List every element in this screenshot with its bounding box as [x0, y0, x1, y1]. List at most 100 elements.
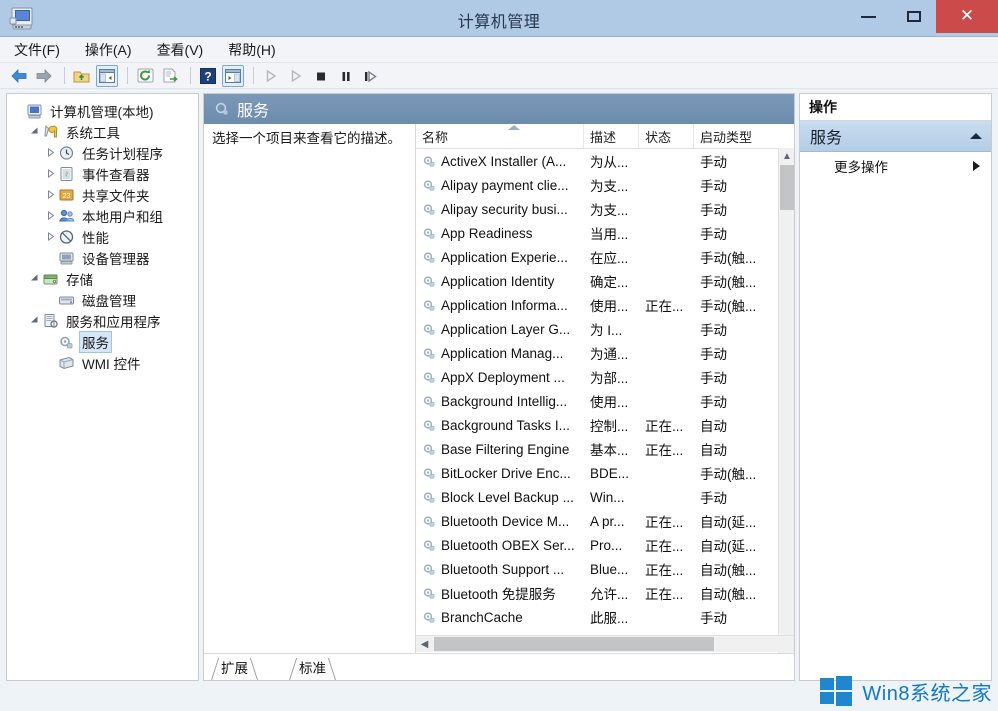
tree-item-2[interactable]: 任务计划程序: [7, 142, 198, 163]
service-row[interactable]: Bluetooth OBEX Ser... Pro... 正在... 自动(延...: [416, 533, 794, 557]
service-gear-icon: [422, 226, 436, 240]
service-row[interactable]: Base Filtering Engine 基本... 正在... 自动: [416, 437, 794, 461]
service-gear-icon: [422, 466, 436, 480]
menu-file[interactable]: 文件(F): [3, 38, 71, 62]
tree-item-1[interactable]: 系统工具: [7, 121, 198, 142]
service-gear-icon: [422, 178, 436, 192]
chevron-up-icon[interactable]: [970, 133, 982, 139]
expander-expanded-icon[interactable]: [28, 310, 41, 331]
list-vertical-scrollbar[interactable]: ▲ ▼: [778, 148, 794, 654]
computer-management-window: 计算机管理 ✕ 文件(F) 操作(A) 查看(V) 帮助(H) ? 计算机管理(…: [0, 0, 998, 711]
expander-expanded-icon[interactable]: [28, 268, 41, 289]
scroll-left-icon[interactable]: ◀: [416, 636, 433, 652]
tree-item-6[interactable]: 性能: [7, 226, 198, 247]
actions-section-services[interactable]: 服务: [800, 121, 991, 152]
service-row[interactable]: AppX Deployment ... 为部... 手动: [416, 365, 794, 389]
service-name-label: Alipay payment clie...: [441, 177, 569, 193]
service-row[interactable]: Alipay payment clie... 为支... 手动: [416, 173, 794, 197]
service-row[interactable]: Bluetooth Support ... Blue... 正在... 自动(触...: [416, 557, 794, 581]
service-row[interactable]: Application Layer G... 为 I... 手动: [416, 317, 794, 341]
maximize-button[interactable]: [891, 0, 936, 33]
action-more-actions[interactable]: 更多操作: [800, 152, 991, 179]
svg-text:23: 23: [62, 193, 70, 200]
service-row[interactable]: Block Level Backup ... Win... 手动: [416, 485, 794, 509]
expander-collapsed-icon[interactable]: [44, 205, 57, 226]
service-name-label: Bluetooth Support ...: [441, 561, 565, 577]
service-name-cell: Bluetooth Support ...: [416, 562, 584, 577]
service-startup-type-cell: 手动: [700, 395, 727, 410]
service-status-cell: 正在...: [645, 515, 684, 530]
expander-collapsed-icon[interactable]: [44, 184, 57, 205]
service-row[interactable]: Background Tasks I... 控制... 正在... 自动: [416, 413, 794, 437]
pause-service-icon: [335, 65, 357, 87]
service-row[interactable]: BranchCache 此服... 手动: [416, 605, 794, 629]
list-horizontal-scrollbar[interactable]: ◀: [415, 635, 794, 652]
expander-none: [44, 247, 57, 268]
tree-item-0[interactable]: 计算机管理(本地): [7, 100, 198, 121]
service-gear-icon: [422, 418, 436, 432]
service-row[interactable]: Application Experie... 在应... 手动(触...: [416, 245, 794, 269]
service-row[interactable]: BitLocker Drive Enc... BDE... 手动(触...: [416, 461, 794, 485]
service-row[interactable]: Alipay security busi... 为支... 手动: [416, 197, 794, 221]
service-row[interactable]: Bluetooth 免提服务 允许... 正在... 自动(触...: [416, 581, 794, 605]
menu-action[interactable]: 操作(A): [74, 38, 143, 62]
tree-item-5[interactable]: 本地用户和组: [7, 205, 198, 226]
vertical-scroll-thumb[interactable]: [780, 165, 794, 210]
service-name-cell: Application Informa...: [416, 298, 584, 313]
minimize-button[interactable]: [846, 0, 891, 33]
tree-item-8[interactable]: 存储: [7, 268, 198, 289]
column-header-startup-type[interactable]: 启动类型: [694, 124, 779, 148]
service-description-cell: BDE...: [590, 465, 630, 481]
tab-standard[interactable]: 标准: [289, 654, 336, 680]
scroll-up-icon[interactable]: ▲: [779, 148, 794, 165]
expander-collapsed-icon[interactable]: [44, 163, 57, 184]
service-row[interactable]: Application Informa... 使用... 正在... 手动(触...: [416, 293, 794, 317]
tree-item-7[interactable]: 设备管理器: [7, 247, 198, 268]
windows-logo-icon: [819, 675, 853, 707]
service-row[interactable]: Application Identity 确定... 手动(触...: [416, 269, 794, 293]
tree-item-11[interactable]: 服务: [7, 330, 198, 353]
users-groups-icon: [57, 208, 75, 224]
tree-item-3[interactable]: 事件查看器: [7, 163, 198, 184]
help-icon[interactable]: ?: [197, 65, 219, 87]
forward-icon[interactable]: [33, 65, 55, 87]
expander-collapsed-icon[interactable]: [44, 142, 57, 163]
service-startup-type-cell: 自动(触...: [700, 587, 757, 602]
show-hide-tree-icon[interactable]: [96, 64, 118, 87]
show-action-pane-icon[interactable]: [222, 64, 244, 87]
expander-expanded-icon[interactable]: [28, 121, 41, 142]
tab-edge-right: [249, 658, 258, 680]
disk-management-icon: [57, 292, 75, 308]
menu-view[interactable]: 查看(V): [146, 38, 215, 62]
device-manager-icon: [57, 250, 75, 266]
tree-item-9[interactable]: 磁盘管理: [7, 289, 198, 310]
service-row[interactable]: Bluetooth Device M... A pr... 正在... 自动(延...: [416, 509, 794, 533]
back-icon[interactable]: [8, 65, 30, 87]
actions-pane-title: 操作: [800, 94, 991, 121]
arrow-right-icon: [973, 160, 980, 171]
details-pane: 服务 选择一个项目来查看它的描述。 名称 描述 状态 启动类型 ActiveX …: [203, 93, 795, 681]
stop-service-icon: [310, 65, 332, 87]
service-row[interactable]: Background Intellig... 使用... 手动: [416, 389, 794, 413]
close-button[interactable]: ✕: [936, 0, 998, 33]
service-description-cell: 此服...: [590, 611, 629, 626]
refresh-icon[interactable]: [134, 65, 156, 87]
horizontal-scroll-thumb[interactable]: [434, 637, 714, 651]
tree-item-4[interactable]: 23 共享文件夹: [7, 184, 198, 205]
tab-extended[interactable]: 扩展: [211, 654, 258, 680]
menu-help[interactable]: 帮助(H): [217, 38, 286, 62]
services-list: 名称 描述 状态 启动类型 ActiveX Installer (A... 为从.…: [415, 124, 794, 654]
service-row[interactable]: App Readiness 当用... 手动: [416, 221, 794, 245]
column-header-name[interactable]: 名称: [416, 124, 584, 148]
export-list-icon[interactable]: [159, 65, 181, 87]
tree-item-10[interactable]: 服务和应用程序: [7, 310, 198, 331]
column-header-description[interactable]: 描述: [584, 124, 639, 148]
column-header-status[interactable]: 状态: [639, 124, 694, 148]
up-folder-icon[interactable]: [71, 65, 93, 87]
tree-item-label: 性能: [82, 230, 109, 246]
tree-item-12[interactable]: WMI 控件: [7, 352, 198, 373]
service-name-cell: Alipay payment clie...: [416, 178, 584, 193]
service-row[interactable]: Application Manag... 为通... 手动: [416, 341, 794, 365]
expander-collapsed-icon[interactable]: [44, 226, 57, 247]
service-row[interactable]: ActiveX Installer (A... 为从... 手动: [416, 149, 794, 173]
